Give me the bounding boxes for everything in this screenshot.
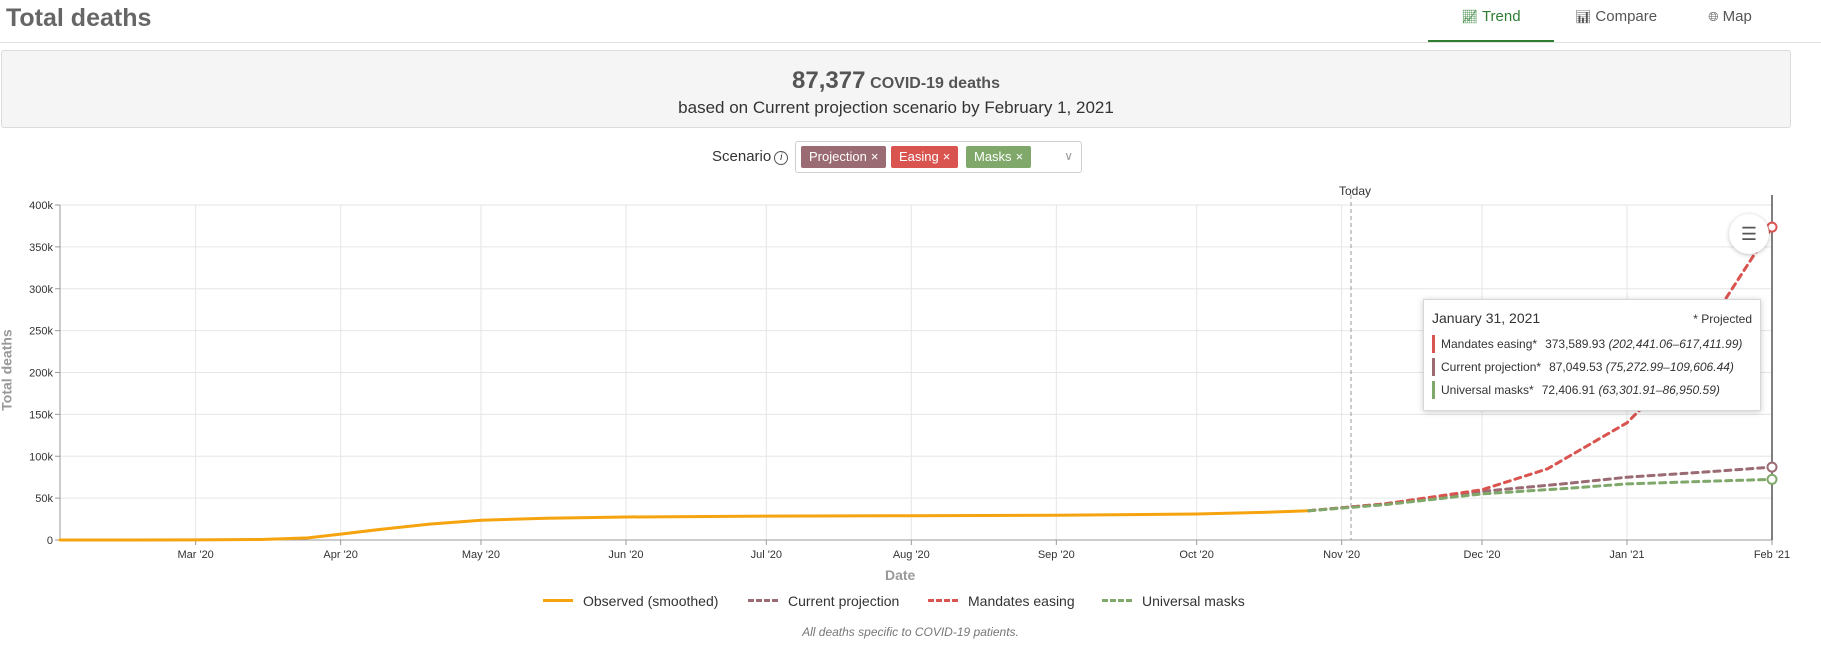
tooltip-projected-note: * Projected [1693,312,1752,326]
legend-item-current-projection[interactable]: Current projection [748,593,899,609]
chart-tooltip: January 31, 2021 * Projected Mandates ea… [1423,299,1761,411]
tooltip-row-label: Current projection* [1441,360,1542,374]
legend-item-universal-masks[interactable]: Universal masks [1102,593,1245,609]
x-tick-label: Dec '20 [1464,549,1501,561]
tooltip-date: January 31, 2021 [1432,310,1541,326]
series-end-marker [1766,473,1778,485]
tooltip-row-value: 87,049.53 [1549,360,1603,374]
series-end-marker [1766,221,1778,233]
series-line-universal-masks [1307,477,1774,513]
tooltip-row-masks: Universal masks* 72,406.91 (63,301.91–86,… [1432,381,1720,399]
sliders-icon: ☰ [1740,224,1758,244]
legend-swatch [1102,599,1132,602]
tooltip-row-range: (202,441.06–617,411.99) [1608,337,1743,351]
y-tick-label: 400k [29,200,53,212]
series-end-marker [1766,461,1778,473]
series-line-observed-smoothed [58,509,1311,542]
tooltip-row-label: Universal masks* [1441,383,1534,397]
chart-legend: Observed (smoothed) Current projection M… [0,593,1821,613]
y-tick-label: 50k [35,493,53,505]
x-tick-label: Sep '20 [1038,549,1075,561]
x-tick-label: May '20 [462,549,500,561]
y-tick-label: 250k [29,326,53,338]
tooltip-row-easing: Mandates easing* 373,589.93 (202,441.06–6… [1432,335,1742,353]
x-tick-label: Jan '21 [1609,549,1644,561]
legend-item-mandates-easing[interactable]: Mandates easing [928,593,1075,609]
tooltip-row-value: 373,589.93 [1545,337,1606,351]
tooltip-row-range: (75,272.99–109,606.44) [1605,360,1734,374]
x-tick-label: Apr '20 [323,549,358,561]
y-tick-label: 300k [29,284,53,296]
x-tick-label: Feb '21 [1754,549,1790,561]
legend-label: Mandates easing [968,593,1075,609]
tooltip-row-range: (63,301.91–86,950.59) [1598,383,1720,397]
legend-swatch [543,599,573,602]
x-tick-label: Oct '20 [1179,549,1214,561]
legend-label: Observed (smoothed) [583,593,719,609]
y-tick-label: 200k [29,368,53,380]
tooltip-row-projection: Current projection* 87,049.53 (75,272.99–… [1432,358,1734,376]
legend-label: Universal masks [1142,593,1245,609]
x-tick-label: Mar '20 [177,549,213,561]
x-tick-label: Jun '20 [608,549,643,561]
x-tick-label: Aug '20 [893,549,930,561]
x-tick-label: Nov '20 [1323,549,1360,561]
legend-swatch [928,599,958,602]
tooltip-row-value: 72,406.91 [1541,383,1596,397]
footnote: All deaths specific to COVID-19 patients… [802,625,1019,639]
legend-swatch [748,599,778,602]
x-axis-label: Date [885,567,916,583]
y-tick-label: 100k [29,451,53,463]
legend-label: Current projection [788,593,900,609]
x-tick-label: Jul '20 [751,549,782,561]
tooltip-row-label: Mandates easing* [1441,337,1538,351]
y-axis-label: Total deaths [0,329,15,411]
y-tick-label: 0 [47,535,53,547]
legend-item-observed[interactable]: Observed (smoothed) [543,593,718,609]
y-tick-label: 150k [29,409,53,421]
y-tick-label: 350k [29,242,53,254]
chart-settings-button[interactable]: ☰ [1729,214,1769,254]
